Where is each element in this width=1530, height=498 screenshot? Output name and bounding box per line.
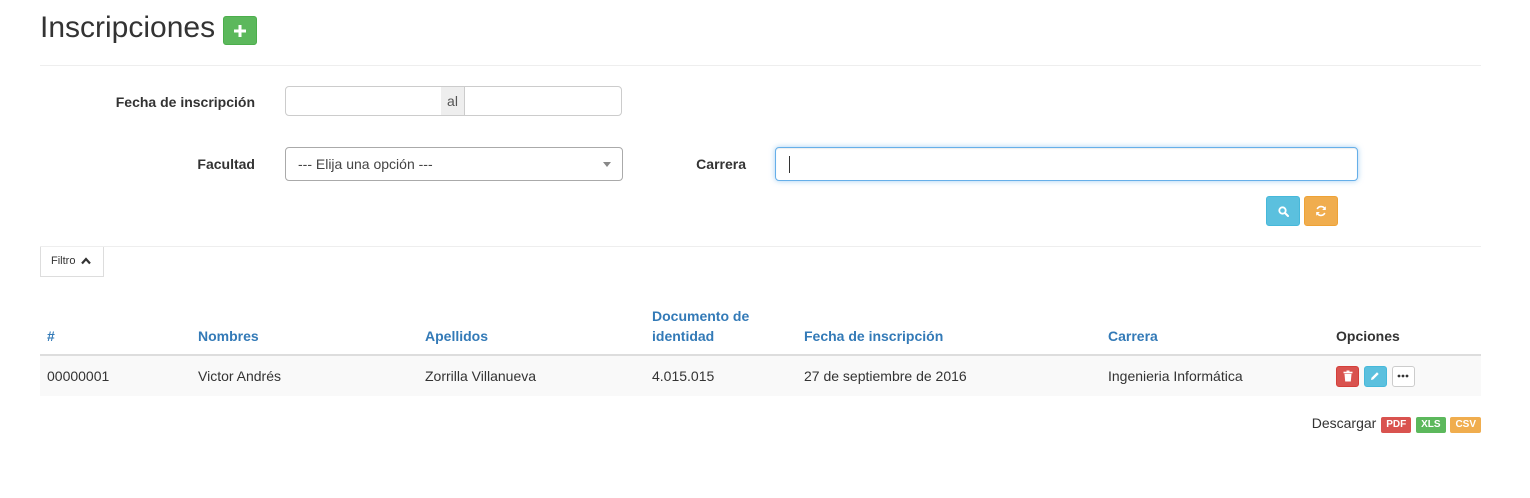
date-range-separator: al: [441, 86, 464, 116]
cell-apellidos: Zorrilla Villanueva: [418, 355, 645, 396]
fecha-label: Fecha de inscripción: [115, 94, 255, 110]
carrera-label: Carrera: [696, 156, 746, 172]
facultad-select[interactable]: --- Elija una opción ---: [285, 147, 623, 181]
filter-toggle-label: Filtro: [51, 255, 76, 267]
add-inscription-button[interactable]: [223, 16, 257, 45]
column-header-documento[interactable]: Documento de identidad: [645, 300, 797, 356]
cell-opciones: [1329, 355, 1481, 396]
table-header-row: # Nombres Apellidos Documento de identid…: [40, 300, 1481, 356]
page-title: Inscripciones: [40, 11, 216, 44]
download-bar: Descargar PDF XLS CSV: [1312, 414, 1481, 433]
inscriptions-table: # Nombres Apellidos Documento de identid…: [40, 300, 1481, 396]
column-header-id[interactable]: #: [40, 300, 191, 356]
plus-icon: [234, 24, 246, 37]
ellipsis-icon: [1397, 374, 1409, 378]
page-header: Inscripciones: [40, 0, 1481, 66]
cell-id: 00000001: [40, 355, 191, 396]
column-header-nombres[interactable]: Nombres: [191, 300, 418, 356]
column-header-fecha[interactable]: Fecha de inscripción: [797, 300, 1101, 356]
pencil-icon: [1371, 372, 1380, 381]
cell-documento: 4.015.015: [645, 355, 797, 396]
cell-nombres: Victor Andrés: [191, 355, 418, 396]
cell-fecha: 27 de septiembre de 2016: [797, 355, 1101, 396]
download-label: Descargar: [1311, 415, 1377, 431]
trash-icon: [1343, 370, 1352, 382]
filter-toggle-button[interactable]: Filtro: [40, 247, 104, 277]
cell-carrera: Ingenieria Informática: [1101, 355, 1329, 396]
column-header-carrera[interactable]: Carrera: [1101, 300, 1329, 356]
download-pdf-button[interactable]: PDF: [1381, 417, 1412, 433]
column-header-opciones: Opciones: [1329, 300, 1481, 356]
table-row: 00000001 Victor Andrés Zorrilla Villanue…: [40, 355, 1481, 396]
fecha-to-input[interactable]: [464, 86, 622, 116]
text-cursor: [789, 156, 790, 173]
delete-button[interactable]: [1336, 365, 1359, 387]
facultad-label: Facultad: [197, 156, 255, 172]
refresh-icon: [1316, 205, 1326, 217]
download-xls-button[interactable]: XLS: [1416, 417, 1446, 433]
filter-divider: [40, 246, 1481, 247]
facultad-selected-value: --- Elija una opción ---: [298, 156, 433, 172]
more-options-button[interactable]: [1391, 365, 1415, 387]
chevron-down-icon: [603, 162, 611, 167]
edit-button[interactable]: [1363, 365, 1387, 387]
column-header-apellidos[interactable]: Apellidos: [418, 300, 645, 356]
download-csv-button[interactable]: CSV: [1450, 417, 1481, 433]
chevron-up-icon: [80, 257, 91, 265]
search-icon: [1277, 205, 1289, 217]
fecha-from-input[interactable]: [285, 86, 442, 116]
reset-button[interactable]: [1304, 196, 1338, 226]
search-button[interactable]: [1266, 196, 1300, 226]
carrera-input[interactable]: [775, 147, 1358, 181]
